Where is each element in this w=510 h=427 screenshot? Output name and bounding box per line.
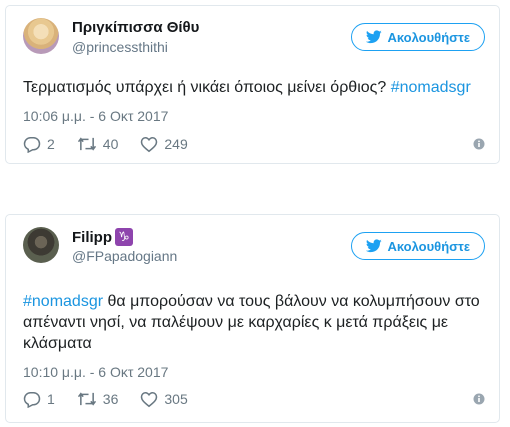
- user-handle[interactable]: @FPapadogiann: [72, 248, 177, 264]
- hashtag-link[interactable]: #nomadsgr: [23, 293, 103, 310]
- follow-button-label: Ακολουθήστε: [387, 29, 470, 45]
- tweet-card[interactable]: Πριγκίπισσα Θίθυ @princessthithi Ακολουθ…: [5, 5, 500, 164]
- display-name[interactable]: Πριγκίπισσα Θίθυ: [72, 19, 199, 36]
- reply-icon: [23, 391, 41, 408]
- hashtag-link[interactable]: #nomadsgr: [391, 79, 471, 96]
- display-name-text[interactable]: Filipp: [72, 229, 112, 246]
- tweet-actions: 2 40 249: [23, 134, 485, 154]
- retweet-action[interactable]: 40: [77, 136, 119, 152]
- tweet-text: #nomadsgr θα μπορούσαν να τους βάλουν να…: [23, 291, 485, 354]
- capricorn-emoji-icon: ♑: [115, 228, 133, 246]
- follow-button-label: Ακολουθήστε: [387, 238, 470, 254]
- reply-icon: [23, 136, 41, 153]
- reply-count: 2: [47, 136, 55, 152]
- reply-action[interactable]: 2: [23, 136, 55, 153]
- twitter-bird-icon: [366, 239, 383, 253]
- reply-action[interactable]: 1: [23, 391, 55, 408]
- retweet-icon: [77, 137, 96, 151]
- display-name-text[interactable]: Πριγκίπισσα Θίθυ: [72, 19, 199, 36]
- avatar[interactable]: [23, 227, 59, 263]
- info-icon[interactable]: [473, 393, 485, 405]
- like-action[interactable]: 305: [140, 391, 188, 408]
- timestamp[interactable]: 10:06 μ.μ. - 6 Οκτ 2017: [23, 108, 168, 124]
- retweet-action[interactable]: 36: [77, 391, 119, 407]
- avatar[interactable]: [23, 18, 59, 54]
- retweet-count: 40: [102, 136, 119, 152]
- timestamp[interactable]: 10:10 μ.μ. - 6 Οκτ 2017: [23, 364, 168, 380]
- like-count: 249: [164, 136, 188, 152]
- display-name[interactable]: Filipp ♑: [72, 228, 133, 246]
- like-count: 305: [164, 391, 188, 407]
- tweet-card[interactable]: Filipp ♑ @FPapadogiann Ακολουθήστε #noma…: [5, 214, 500, 423]
- follow-button[interactable]: Ακολουθήστε: [351, 23, 485, 51]
- heart-icon: [141, 136, 158, 152]
- info-icon[interactable]: [473, 138, 485, 150]
- retweet-count: 36: [102, 391, 119, 407]
- reply-count: 1: [47, 391, 55, 407]
- tweet-actions: 1 36 305: [23, 389, 485, 409]
- twitter-bird-icon: [366, 30, 383, 44]
- tweet-text: Τερματισμός υπάρχει ή νικάει όποιος μείν…: [23, 77, 485, 98]
- follow-button[interactable]: Ακολουθήστε: [351, 232, 485, 260]
- tweet-text-body: Τερματισμός υπάρχει ή νικάει όποιος μείν…: [23, 79, 391, 96]
- heart-icon: [141, 391, 158, 407]
- retweet-icon: [77, 392, 96, 406]
- user-handle[interactable]: @princessthithi: [72, 39, 168, 55]
- like-action[interactable]: 249: [140, 136, 188, 153]
